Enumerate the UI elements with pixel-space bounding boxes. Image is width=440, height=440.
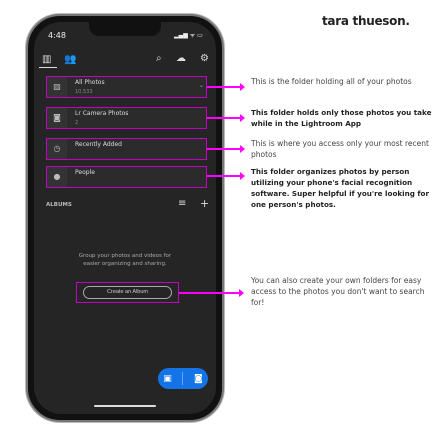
arrow	[207, 145, 245, 153]
clock-icon: ◷	[47, 139, 67, 159]
row-people[interactable]: ● People	[46, 166, 207, 188]
empty-msg-line: easier organizing and sharing.	[83, 261, 167, 267]
create-album-button[interactable]: Create an Album	[83, 286, 172, 299]
arrow	[207, 172, 245, 180]
status-time: 4:48	[48, 31, 66, 40]
brand-logo: tara thueson.	[322, 14, 410, 28]
row-recently-added[interactable]: ◷ Recently Added	[46, 138, 207, 160]
fab-divider	[182, 372, 184, 385]
chevron-down-icon[interactable]: ⌄	[199, 82, 204, 89]
row-count: 2	[75, 120, 79, 126]
active-tab-indicator	[39, 67, 57, 68]
home-indicator	[94, 405, 156, 407]
row-title: People	[75, 169, 95, 176]
note-create-album: You can also create your own folders for…	[251, 276, 425, 307]
notch	[89, 22, 161, 36]
row-count: 10,533	[75, 89, 93, 95]
note-recently-added: This is where you access only your most …	[251, 139, 429, 159]
row-lr-camera-photos[interactable]: ◙ Lr Camera Photos 2	[46, 107, 207, 129]
cloud-icon[interactable]: ☁	[176, 53, 186, 64]
add-album-icon[interactable]: +	[200, 197, 209, 210]
status-icons: ▂▄▆ ᯤ ▭	[174, 32, 203, 39]
note-people: This folder organizes photos by person u…	[251, 167, 430, 209]
image-icon: ▨	[47, 77, 67, 97]
row-title: Lr Camera Photos	[75, 110, 129, 117]
camera-icon[interactable]: ◙	[194, 374, 203, 384]
gear-icon[interactable]: ⚙	[200, 53, 209, 64]
sort-icon[interactable]: ≡	[178, 198, 186, 209]
arrow	[207, 114, 245, 122]
camera-icon: ◙	[47, 108, 67, 128]
people-tab-icon[interactable]: 👥	[64, 54, 76, 65]
empty-msg-line: Group your photos and videos for	[78, 253, 172, 259]
person-icon: ●	[47, 167, 67, 187]
albums-heading: ALBUMS	[46, 202, 72, 208]
row-all-photos[interactable]: ▨ All Photos 10,533 ⌄	[46, 76, 207, 98]
row-title: Recently Added	[75, 141, 122, 148]
top-toolbar: ▥ 👥 ⌕ ☁ ⚙	[34, 52, 216, 70]
phone-screen: 4:48 ▂▄▆ ᯤ ▭ ▥ 👥 ⌕ ☁ ⚙ ▨ All Photos 10,5…	[34, 22, 216, 414]
import-photos-icon[interactable]: ▣	[163, 374, 172, 384]
arrow	[179, 289, 244, 297]
empty-albums-message: Group your photos and videos for easier …	[34, 252, 216, 268]
add-photos-fab: ▣ ◙	[158, 368, 208, 389]
note-all-photos: This is the folder holding all of your p…	[251, 77, 412, 86]
library-icon[interactable]: ▥	[42, 54, 51, 65]
row-title: All Photos	[75, 79, 105, 86]
arrow	[207, 83, 245, 91]
search-icon[interactable]: ⌕	[156, 53, 162, 64]
create-album-highlight: Create an Album	[76, 282, 179, 303]
note-lr-camera: This folder holds only those photos you …	[251, 108, 432, 128]
